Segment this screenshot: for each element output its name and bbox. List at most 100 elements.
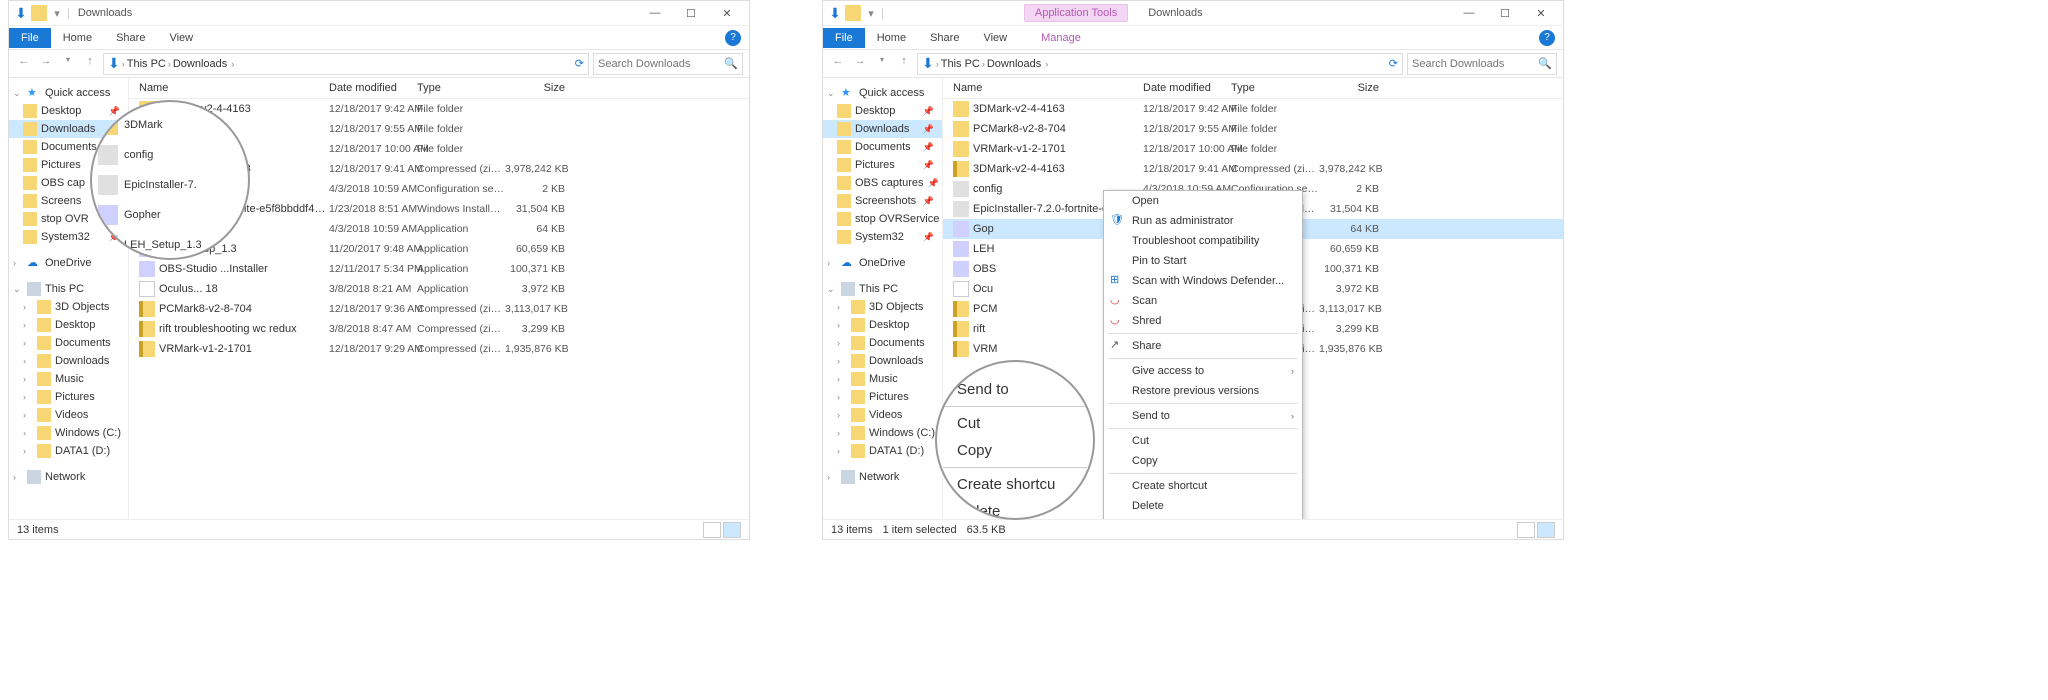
qat-folder-icon[interactable]: [845, 5, 861, 21]
menu-item[interactable]: Give access to›: [1104, 361, 1302, 381]
recent-dropdown[interactable]: ▾: [59, 55, 77, 73]
file-row[interactable]: PCMark8-v2-8-70412/18/2017 9:36 AMCompre…: [129, 299, 749, 319]
back-button[interactable]: ←: [829, 55, 847, 73]
help-icon[interactable]: ?: [1539, 30, 1555, 46]
sidebar-item[interactable]: Desktop📌: [823, 102, 942, 120]
file-header[interactable]: Name Date modified Type Size: [129, 78, 749, 99]
sidebar-item[interactable]: ›Pictures: [823, 388, 942, 406]
menu-item[interactable]: ↗Share: [1104, 336, 1302, 356]
search-input[interactable]: [598, 58, 724, 70]
sidebar-item[interactable]: ›Music: [823, 370, 942, 388]
sidebar-item[interactable]: ›Windows (C:): [823, 424, 942, 442]
qat-dropdown-icon[interactable]: ▾: [863, 5, 879, 21]
help-icon[interactable]: ?: [725, 30, 741, 46]
menu-item[interactable]: Send to›: [1104, 406, 1302, 426]
menu-item[interactable]: Restore previous versions: [1104, 381, 1302, 401]
tab-view[interactable]: View: [971, 28, 1019, 48]
tab-view[interactable]: View: [157, 28, 205, 48]
file-row[interactable]: Oculus... 183/8/2018 8:21 AMApplication3…: [129, 279, 749, 299]
minimize-button[interactable]: —: [1451, 2, 1487, 24]
qat-dropdown-icon[interactable]: ▾: [49, 5, 65, 21]
tab-file[interactable]: File: [823, 28, 865, 48]
forward-button[interactable]: →: [851, 55, 869, 73]
sidebar-item[interactable]: OBS captures📌: [823, 174, 942, 192]
close-button[interactable]: ✕: [1523, 2, 1559, 24]
view-details-button[interactable]: [723, 522, 741, 538]
view-thumb-button[interactable]: [1517, 522, 1535, 538]
menu-item[interactable]: Create shortcut: [1104, 476, 1302, 496]
menu-item[interactable]: ◡Scan: [1104, 291, 1302, 311]
menu-item[interactable]: Rename: [1104, 516, 1302, 519]
sidebar-item[interactable]: ›Downloads: [823, 352, 942, 370]
tab-file[interactable]: File: [9, 28, 51, 48]
breadcrumb[interactable]: ⬇ ›This PC ›Downloads› ⟳: [103, 53, 589, 75]
file-row[interactable]: PCMark8-v2-8-70412/18/2017 9:55 AMFile f…: [943, 119, 1563, 139]
refresh-icon[interactable]: ⟳: [575, 57, 584, 70]
file-row[interactable]: VRMark-v1-2-170112/18/2017 9:29 AMCompre…: [129, 339, 749, 359]
sidebar-item[interactable]: System32📌: [823, 228, 942, 246]
search-box[interactable]: 🔍: [593, 53, 743, 75]
sidebar-network[interactable]: ›Network: [9, 468, 128, 486]
up-button[interactable]: ↑: [81, 55, 99, 73]
file-row[interactable]: rift troubleshooting wc redux3/8/2018 8:…: [129, 319, 749, 339]
sidebar-item[interactable]: ›DATA1 (D:): [9, 442, 128, 460]
menu-item[interactable]: Copy: [1104, 451, 1302, 471]
menu-item[interactable]: Cut: [1104, 431, 1302, 451]
menu-item[interactable]: ◡Shred: [1104, 311, 1302, 331]
sidebar-item[interactable]: Documents📌: [823, 138, 942, 156]
sidebar-item[interactable]: ›Music: [9, 370, 128, 388]
recent-dropdown[interactable]: ▾: [873, 55, 891, 73]
sidebar-this-pc[interactable]: ⌄This PC: [823, 280, 942, 298]
view-details-button[interactable]: [1537, 522, 1555, 538]
file-row[interactable]: 3DMark-v2-4-416312/18/2017 9:41 AMCompre…: [943, 159, 1563, 179]
forward-button[interactable]: →: [37, 55, 55, 73]
sidebar-item[interactable]: ›Documents: [823, 334, 942, 352]
refresh-icon[interactable]: ⟳: [1389, 57, 1398, 70]
maximize-button[interactable]: ☐: [673, 2, 709, 24]
sidebar-item[interactable]: ›Desktop: [823, 316, 942, 334]
close-button[interactable]: ✕: [709, 2, 745, 24]
minimize-button[interactable]: —: [637, 2, 673, 24]
sidebar-item[interactable]: stop OVRService ho📌: [823, 210, 942, 228]
search-input[interactable]: [1412, 58, 1538, 70]
tab-home[interactable]: Home: [865, 28, 918, 48]
file-row[interactable]: OBS-Studio ...Installer12/11/2017 5:34 P…: [129, 259, 749, 279]
application-tools-tab[interactable]: Application Tools: [1024, 4, 1128, 22]
view-thumb-button[interactable]: [703, 522, 721, 538]
menu-item[interactable]: Delete: [1104, 496, 1302, 516]
sidebar-item[interactable]: Desktop📌: [9, 102, 128, 120]
back-button[interactable]: ←: [15, 55, 33, 73]
sidebar-item[interactable]: Downloads📌: [823, 120, 942, 138]
sidebar-item[interactable]: ›Desktop: [9, 316, 128, 334]
menu-item[interactable]: Troubleshoot compatibility: [1104, 231, 1302, 251]
sidebar-item[interactable]: ›Videos: [823, 406, 942, 424]
sidebar-item[interactable]: ›Pictures: [9, 388, 128, 406]
menu-item[interactable]: Pin to Start: [1104, 251, 1302, 271]
sidebar-item[interactable]: ›Downloads: [9, 352, 128, 370]
sidebar-item[interactable]: ›Windows (C:): [9, 424, 128, 442]
sidebar-item[interactable]: ›3D Objects: [823, 298, 942, 316]
file-header[interactable]: Name Date modified Type Size: [943, 78, 1563, 99]
sidebar-onedrive[interactable]: ›☁OneDrive: [823, 254, 942, 272]
tab-share[interactable]: Share: [918, 28, 971, 48]
sidebar-item[interactable]: ›Videos: [9, 406, 128, 424]
tab-home[interactable]: Home: [51, 28, 104, 48]
file-row[interactable]: 3DMark-v2-4-416312/18/2017 9:42 AMFile f…: [129, 99, 749, 119]
menu-item[interactable]: 🛡Run as administrator: [1104, 211, 1302, 231]
sidebar-quick-access[interactable]: ⌄★Quick access: [823, 84, 942, 102]
sidebar-this-pc[interactable]: ⌄This PC: [9, 280, 128, 298]
sidebar-item[interactable]: Pictures📌: [823, 156, 942, 174]
sidebar-item[interactable]: ›Documents: [9, 334, 128, 352]
qat-folder-icon[interactable]: [31, 5, 47, 21]
maximize-button[interactable]: ☐: [1487, 2, 1523, 24]
file-row[interactable]: LEH_Setup_1.311/20/2017 9:48 AMApplicati…: [129, 239, 749, 259]
menu-item[interactable]: Open: [1104, 191, 1302, 211]
menu-item[interactable]: ⊞Scan with Windows Defender...: [1104, 271, 1302, 291]
tab-manage[interactable]: Manage: [1029, 28, 1093, 48]
sidebar-item[interactable]: ›DATA1 (D:): [823, 442, 942, 460]
sidebar-quick-access[interactable]: ⌄★Quick access: [9, 84, 128, 102]
sidebar-network[interactable]: ›Network: [823, 468, 942, 486]
breadcrumb[interactable]: ⬇ ›This PC ›Downloads› ⟳: [917, 53, 1403, 75]
sidebar-item[interactable]: ›3D Objects: [9, 298, 128, 316]
file-row[interactable]: 3DMark-v2-4-416312/18/2017 9:42 AMFile f…: [943, 99, 1563, 119]
